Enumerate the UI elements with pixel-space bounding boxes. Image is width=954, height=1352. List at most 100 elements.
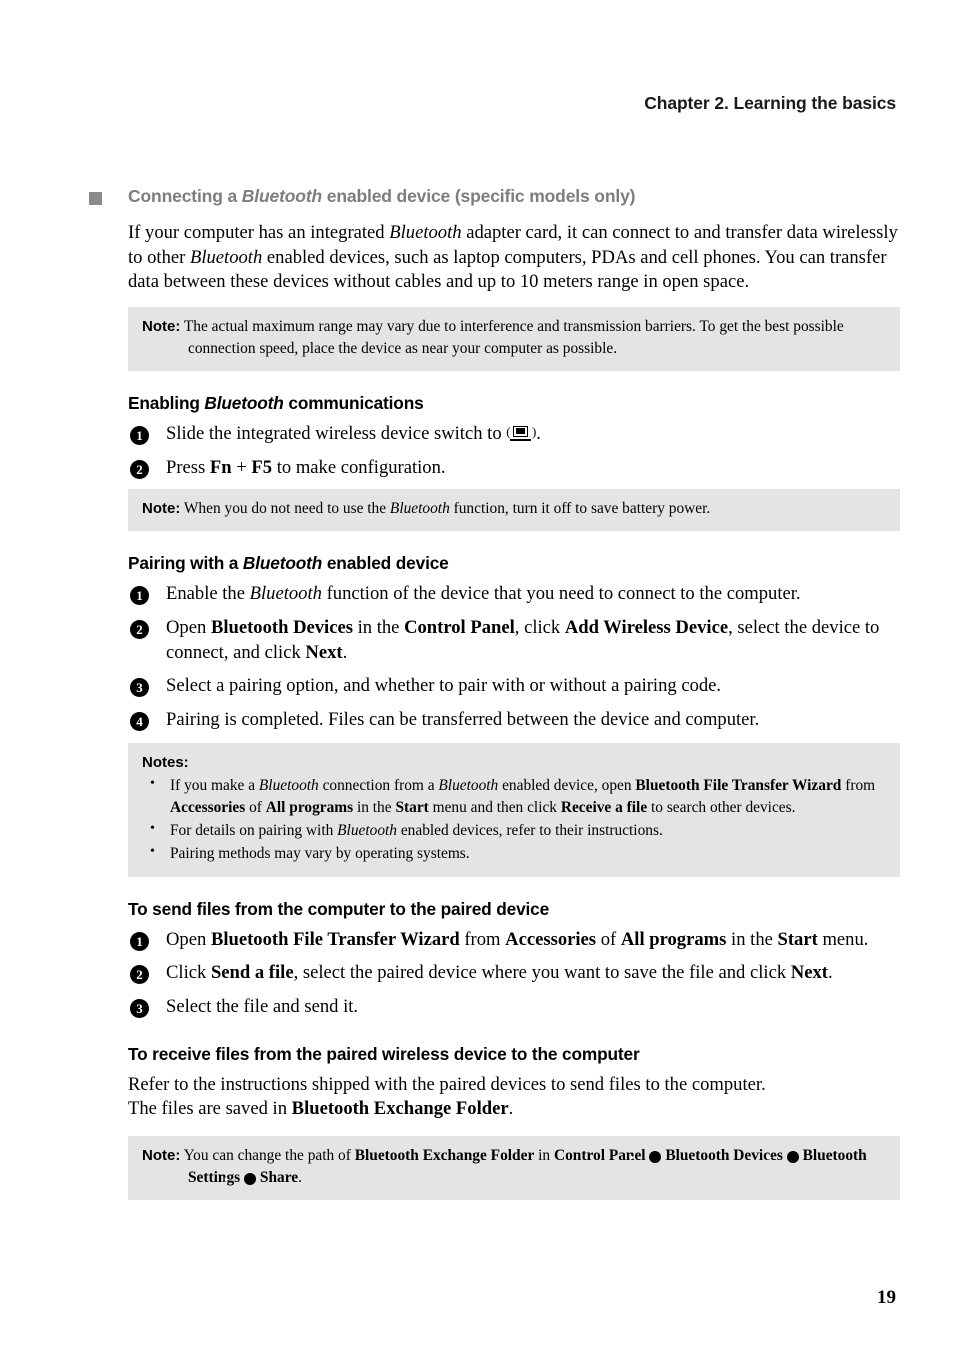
step-text-1: Click xyxy=(166,962,211,984)
intro-paragraph: If your computer has an integrated Bluet… xyxy=(0,221,954,295)
step-text-1: Enable the xyxy=(166,583,250,605)
step-text-2: to make configuration. xyxy=(272,456,446,478)
ui-term-bluetooth-file-transfer-wizard: Bluetooth File Transfer Wizard xyxy=(635,777,842,795)
note-text-1: If you make a xyxy=(170,777,259,795)
note-emphasis-2: Bluetooth xyxy=(438,777,499,795)
note-text-3: . xyxy=(298,1169,302,1187)
ui-term-start: Start xyxy=(777,928,818,950)
bullet-icon: • xyxy=(150,776,155,792)
note-text-5: of xyxy=(245,798,266,816)
square-bullet-icon xyxy=(89,192,102,205)
ui-term-bluetooth-exchange-folder: Bluetooth Exchange Folder xyxy=(354,1147,535,1165)
section-heading-text-1: Connecting a xyxy=(128,186,242,206)
wireless-right-paren-icon: ) xyxy=(531,423,537,439)
step-item: 1 Open Bluetooth File Transfer Wizard fro… xyxy=(0,928,954,953)
subheading-enabling-text-1: Enabling xyxy=(128,392,205,413)
step-text-1: Press xyxy=(166,456,210,478)
ui-term-receive-a-file: Receive a file xyxy=(560,798,648,816)
note-text-2: enabled devices, refer to their instruct… xyxy=(396,821,663,839)
step-item: 4 Pairing is completed. Files can be tran… xyxy=(0,708,954,733)
intro-emphasis-2: Bluetooth xyxy=(189,246,263,268)
document-page: Chapter 2. Learning the basics Connectin… xyxy=(0,0,954,1352)
ui-term-all-programs: All programs xyxy=(620,928,727,950)
note-box-battery: Note: When you do not need to use the Bl… xyxy=(128,489,900,532)
step-item: 2 Press Fn + F5 to make configuration. xyxy=(0,456,954,481)
note-text-6: in the xyxy=(353,798,396,816)
intro-emphasis-1: Bluetooth xyxy=(389,222,462,243)
notes-list: • If you make a Bluetooth connection from… xyxy=(142,775,886,865)
step-text-2: , select the paired device where you wan… xyxy=(293,962,791,984)
step-number-badge: 1 xyxy=(130,931,149,951)
note-range-line: Note: The actual maximum range may vary … xyxy=(142,316,886,360)
subheading-pairing-text-2: enabled device xyxy=(322,553,449,574)
note-text-8: to search other devices. xyxy=(647,798,796,816)
step-item: 2 Open Bluetooth Devices in the Control P… xyxy=(0,616,954,665)
subheading-pairing-text-1: Pairing with a xyxy=(128,553,243,574)
page-number: 19 xyxy=(877,1287,896,1308)
ui-term-next: Next xyxy=(305,641,343,663)
subheading-enabling-emphasis: Bluetooth xyxy=(204,392,284,413)
section-heading-text-2: enabled device (specific models only) xyxy=(322,186,636,206)
wireless-device-switch-icon: () xyxy=(506,423,537,442)
list-item: • For details on pairing with Bluetooth e… xyxy=(142,820,886,842)
step-text-2: function of the device that you need to … xyxy=(321,583,801,605)
note-box-range: Note: The actual maximum range may vary … xyxy=(128,307,900,371)
ui-term-add-wireless-device: Add Wireless Device xyxy=(564,616,729,638)
step-emphasis: Bluetooth xyxy=(249,583,322,605)
note-battery-line: Note: When you do not need to use the Bl… xyxy=(142,498,886,520)
bullet-icon: • xyxy=(150,843,155,859)
key-fn: Fn xyxy=(209,456,232,478)
ui-term-accessories: Accessories xyxy=(170,798,246,816)
step-number-badge: 1 xyxy=(130,425,149,445)
section-heading: Connecting a Bluetooth enabled device (s… xyxy=(0,186,954,207)
note-text-1: You can change the path of xyxy=(183,1147,355,1165)
steps-enabling-bluetooth: 1 Slide the integrated wireless device sw… xyxy=(0,422,954,480)
note-text-1: For details on pairing with xyxy=(170,821,338,839)
note-battery-text-1: When you do not need to use the xyxy=(183,500,390,518)
arrow-separator-icon: ▸ xyxy=(630,1151,662,1164)
step-item: 1 Slide the integrated wireless device sw… xyxy=(0,422,954,447)
note-text-3: enabled device, open xyxy=(498,777,636,795)
key-f5: F5 xyxy=(251,456,273,478)
step-text-2: . xyxy=(536,422,541,444)
subheading-enabling-bluetooth: Enabling Bluetooth communications xyxy=(0,393,954,414)
subheading-pairing-emphasis: Bluetooth xyxy=(242,553,323,574)
page-content: Connecting a Bluetooth enabled device (s… xyxy=(0,186,954,1204)
ui-term-bluetooth-devices: Bluetooth Devices xyxy=(210,616,353,638)
steps-pairing: 1 Enable the Bluetooth function of the de… xyxy=(0,582,954,733)
step-number-badge: 2 xyxy=(130,619,149,639)
notes-heading: Notes: xyxy=(142,753,189,771)
note-box-exchange-path: Note: You can change the path of Bluetoo… xyxy=(128,1136,900,1200)
step-number-badge: 2 xyxy=(130,459,149,479)
steps-send-files: 1 Open Bluetooth File Transfer Wizard fro… xyxy=(0,928,954,1020)
laptop-screen-icon xyxy=(513,425,529,437)
step-number-badge: 3 xyxy=(130,678,149,698)
note-range-text: The actual maximum range may vary due to… xyxy=(183,318,844,358)
section-heading-emphasis: Bluetooth xyxy=(241,186,323,206)
ui-term-next: Next xyxy=(790,962,828,984)
receive-files-line-2-text-1: The files are saved in xyxy=(128,1098,292,1120)
step-text-1: Pairing is completed. Files can be trans… xyxy=(166,709,760,731)
step-text-5: menu. xyxy=(817,928,869,950)
note-label: Note: xyxy=(142,1147,181,1165)
subheading-receive-files: To receive files from the paired wireles… xyxy=(128,1043,640,1064)
step-item: 3 Select a pairing option, and whether to… xyxy=(0,674,954,699)
note-battery-text-2: function, turn it off to save battery po… xyxy=(449,500,711,518)
step-text-2: in the xyxy=(352,616,405,638)
step-text-3: , click xyxy=(514,616,565,638)
intro-text-1: If your computer has an integrated xyxy=(128,222,390,243)
step-number-badge: 1 xyxy=(130,586,149,606)
note-emphasis-1: Bluetooth xyxy=(258,777,319,795)
step-number-badge: 3 xyxy=(130,999,149,1019)
subheading-enabling-text-2: communications xyxy=(283,392,424,413)
note-text-1: Pairing methods may vary by operating sy… xyxy=(170,844,470,862)
wireless-left-paren-icon: ( xyxy=(506,423,511,439)
step-text-4: in the xyxy=(726,928,778,950)
subheading-send-files: To send files from the computer to the p… xyxy=(128,898,550,919)
ui-term-bluetooth-exchange-folder: Bluetooth Exchange Folder xyxy=(291,1098,509,1120)
step-number-badge: 2 xyxy=(130,965,149,985)
note-exchange-line: Note: You can change the path of Bluetoo… xyxy=(142,1145,886,1189)
note-text-2: connection from a xyxy=(318,777,439,795)
step-text-plus: + xyxy=(231,456,252,478)
note-battery-emphasis: Bluetooth xyxy=(389,500,450,518)
